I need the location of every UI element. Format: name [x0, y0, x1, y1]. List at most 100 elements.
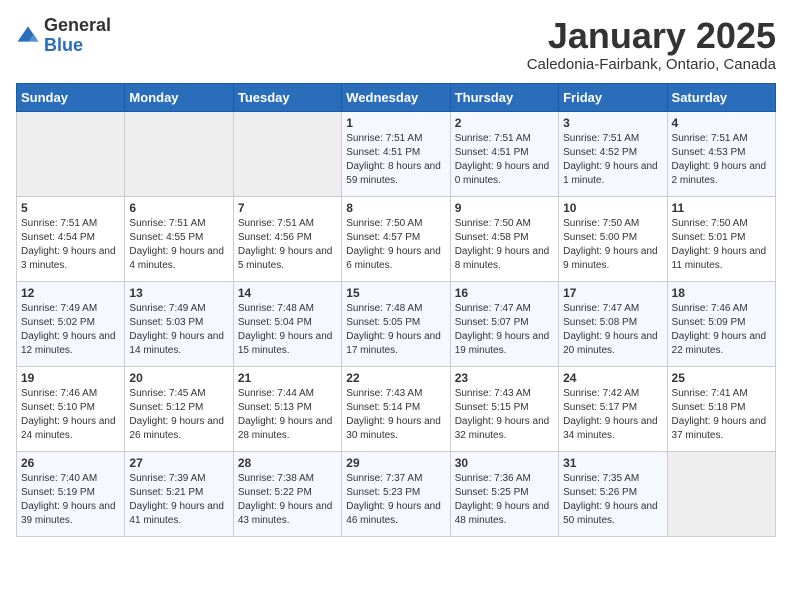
day-number: 19 [21, 371, 120, 385]
day-number: 29 [346, 456, 445, 470]
calendar-cell: 16 Sunrise: 7:47 AM Sunset: 5:07 PM Dayli… [450, 281, 558, 366]
day-info: Sunrise: 7:49 AM Sunset: 5:02 PM Dayligh… [21, 302, 120, 358]
day-info: Sunrise: 7:51 AM Sunset: 4:53 PM Dayligh… [672, 132, 771, 188]
calendar-cell: 20 Sunrise: 7:45 AM Sunset: 5:12 PM Dayli… [125, 366, 233, 451]
day-number: 5 [21, 201, 120, 215]
calendar-cell: 10Sunrise: 7:50 AM Sunset: 5:00 PM Dayli… [559, 196, 667, 281]
day-number: 18 [672, 286, 771, 300]
day-number: 28 [238, 456, 337, 470]
day-number: 13 [129, 286, 228, 300]
calendar-cell [233, 111, 341, 196]
day-number: 9 [455, 201, 554, 215]
week-row-4: 19 Sunrise: 7:46 AM Sunset: 5:10 PM Dayli… [17, 366, 776, 451]
calendar-cell: 24 Sunrise: 7:42 AM Sunset: 5:17 PM Dayli… [559, 366, 667, 451]
logo-blue: Blue [44, 36, 111, 56]
calendar-cell: 3 Sunrise: 7:51 AM Sunset: 4:52 PM Daylig… [559, 111, 667, 196]
day-info: Sunrise: 7:51 AM Sunset: 4:55 PM Dayligh… [129, 217, 228, 273]
calendar-cell: 4 Sunrise: 7:51 AM Sunset: 4:53 PM Daylig… [667, 111, 775, 196]
day-info: Sunrise: 7:37 AM Sunset: 5:23 PM Dayligh… [346, 472, 445, 528]
calendar-cell: 21 Sunrise: 7:44 AM Sunset: 5:13 PM Dayli… [233, 366, 341, 451]
logo: General Blue [16, 16, 111, 56]
calendar-cell: 5 Sunrise: 7:51 AM Sunset: 4:54 PM Daylig… [17, 196, 125, 281]
calendar-cell: 28 Sunrise: 7:38 AM Sunset: 5:22 PM Dayli… [233, 451, 341, 536]
day-number: 20 [129, 371, 228, 385]
day-number: 8 [346, 201, 445, 215]
calendar-cell: 31 Sunrise: 7:35 AM Sunset: 5:26 PM Dayli… [559, 451, 667, 536]
day-number: 3 [563, 116, 662, 130]
day-number: 14 [238, 286, 337, 300]
day-info: Sunrise: 7:45 AM Sunset: 5:12 PM Dayligh… [129, 387, 228, 443]
header-cell-monday: Monday [125, 83, 233, 111]
day-info: Sunrise: 7:35 AM Sunset: 5:26 PM Dayligh… [563, 472, 662, 528]
day-number: 15 [346, 286, 445, 300]
calendar-table: SundayMondayTuesdayWednesdayThursdayFrid… [16, 83, 776, 537]
day-info: Sunrise: 7:49 AM Sunset: 5:03 PM Dayligh… [129, 302, 228, 358]
day-number: 26 [21, 456, 120, 470]
calendar-cell: 18Sunrise: 7:46 AM Sunset: 5:09 PM Dayli… [667, 281, 775, 366]
day-info: Sunrise: 7:43 AM Sunset: 5:15 PM Dayligh… [455, 387, 554, 443]
day-info: Sunrise: 7:51 AM Sunset: 4:51 PM Dayligh… [455, 132, 554, 188]
day-number: 2 [455, 116, 554, 130]
day-info: Sunrise: 7:50 AM Sunset: 5:01 PM Dayligh… [672, 217, 771, 273]
day-info: Sunrise: 7:50 AM Sunset: 4:57 PM Dayligh… [346, 217, 445, 273]
day-number: 22 [346, 371, 445, 385]
day-number: 16 [455, 286, 554, 300]
day-info: Sunrise: 7:42 AM Sunset: 5:17 PM Dayligh… [563, 387, 662, 443]
header-cell-sunday: Sunday [17, 83, 125, 111]
day-info: Sunrise: 7:48 AM Sunset: 5:04 PM Dayligh… [238, 302, 337, 358]
calendar-cell [125, 111, 233, 196]
header-cell-thursday: Thursday [450, 83, 558, 111]
logo-text: General Blue [44, 16, 111, 56]
day-number: 11 [672, 201, 771, 215]
day-info: Sunrise: 7:51 AM Sunset: 4:51 PM Dayligh… [346, 132, 445, 188]
day-info: Sunrise: 7:38 AM Sunset: 5:22 PM Dayligh… [238, 472, 337, 528]
day-number: 17 [563, 286, 662, 300]
day-number: 4 [672, 116, 771, 130]
day-info: Sunrise: 7:44 AM Sunset: 5:13 PM Dayligh… [238, 387, 337, 443]
calendar-cell: 26 Sunrise: 7:40 AM Sunset: 5:19 PM Dayli… [17, 451, 125, 536]
header-row: SundayMondayTuesdayWednesdayThursdayFrid… [17, 83, 776, 111]
day-info: Sunrise: 7:51 AM Sunset: 4:52 PM Dayligh… [563, 132, 662, 188]
day-number: 12 [21, 286, 120, 300]
week-row-1: 1 Sunrise: 7:51 AM Sunset: 4:51 PM Daylig… [17, 111, 776, 196]
calendar-cell: 1 Sunrise: 7:51 AM Sunset: 4:51 PM Daylig… [342, 111, 450, 196]
week-row-5: 26 Sunrise: 7:40 AM Sunset: 5:19 PM Dayli… [17, 451, 776, 536]
day-number: 10 [563, 201, 662, 215]
logo-general: General [44, 16, 111, 36]
day-number: 27 [129, 456, 228, 470]
day-number: 25 [672, 371, 771, 385]
day-info: Sunrise: 7:51 AM Sunset: 4:54 PM Dayligh… [21, 217, 120, 273]
calendar-cell [17, 111, 125, 196]
day-number: 24 [563, 371, 662, 385]
header-cell-wednesday: Wednesday [342, 83, 450, 111]
header-cell-tuesday: Tuesday [233, 83, 341, 111]
day-info: Sunrise: 7:46 AM Sunset: 5:10 PM Dayligh… [21, 387, 120, 443]
calendar-cell: 12 Sunrise: 7:49 AM Sunset: 5:02 PM Dayli… [17, 281, 125, 366]
day-number: 1 [346, 116, 445, 130]
location-title: Caledonia-Fairbank, Ontario, Canada [527, 56, 776, 73]
title-block: January 2025 Caledonia-Fairbank, Ontario… [527, 16, 776, 73]
calendar-cell: 19 Sunrise: 7:46 AM Sunset: 5:10 PM Dayli… [17, 366, 125, 451]
day-number: 21 [238, 371, 337, 385]
logo-icon [16, 24, 40, 48]
calendar-cell: 6Sunrise: 7:51 AM Sunset: 4:55 PM Daylig… [125, 196, 233, 281]
day-info: Sunrise: 7:47 AM Sunset: 5:07 PM Dayligh… [455, 302, 554, 358]
calendar-cell: 11 Sunrise: 7:50 AM Sunset: 5:01 PM Dayli… [667, 196, 775, 281]
header-cell-friday: Friday [559, 83, 667, 111]
day-info: Sunrise: 7:40 AM Sunset: 5:19 PM Dayligh… [21, 472, 120, 528]
calendar-cell: 27 Sunrise: 7:39 AM Sunset: 5:21 PM Dayli… [125, 451, 233, 536]
day-info: Sunrise: 7:39 AM Sunset: 5:21 PM Dayligh… [129, 472, 228, 528]
day-number: 31 [563, 456, 662, 470]
day-info: Sunrise: 7:50 AM Sunset: 4:58 PM Dayligh… [455, 217, 554, 273]
month-title: January 2025 [527, 16, 776, 56]
day-info: Sunrise: 7:48 AM Sunset: 5:05 PM Dayligh… [346, 302, 445, 358]
day-info: Sunrise: 7:41 AM Sunset: 5:18 PM Dayligh… [672, 387, 771, 443]
calendar-cell: 2 Sunrise: 7:51 AM Sunset: 4:51 PM Daylig… [450, 111, 558, 196]
header-cell-saturday: Saturday [667, 83, 775, 111]
calendar-cell: 17Sunrise: 7:47 AM Sunset: 5:08 PM Dayli… [559, 281, 667, 366]
calendar-cell: 14 Sunrise: 7:48 AM Sunset: 5:04 PM Dayli… [233, 281, 341, 366]
day-info: Sunrise: 7:51 AM Sunset: 4:56 PM Dayligh… [238, 217, 337, 273]
calendar-cell: 30Sunrise: 7:36 AM Sunset: 5:25 PM Dayli… [450, 451, 558, 536]
calendar-cell: 9 Sunrise: 7:50 AM Sunset: 4:58 PM Daylig… [450, 196, 558, 281]
calendar-cell: 22Sunrise: 7:43 AM Sunset: 5:14 PM Dayli… [342, 366, 450, 451]
